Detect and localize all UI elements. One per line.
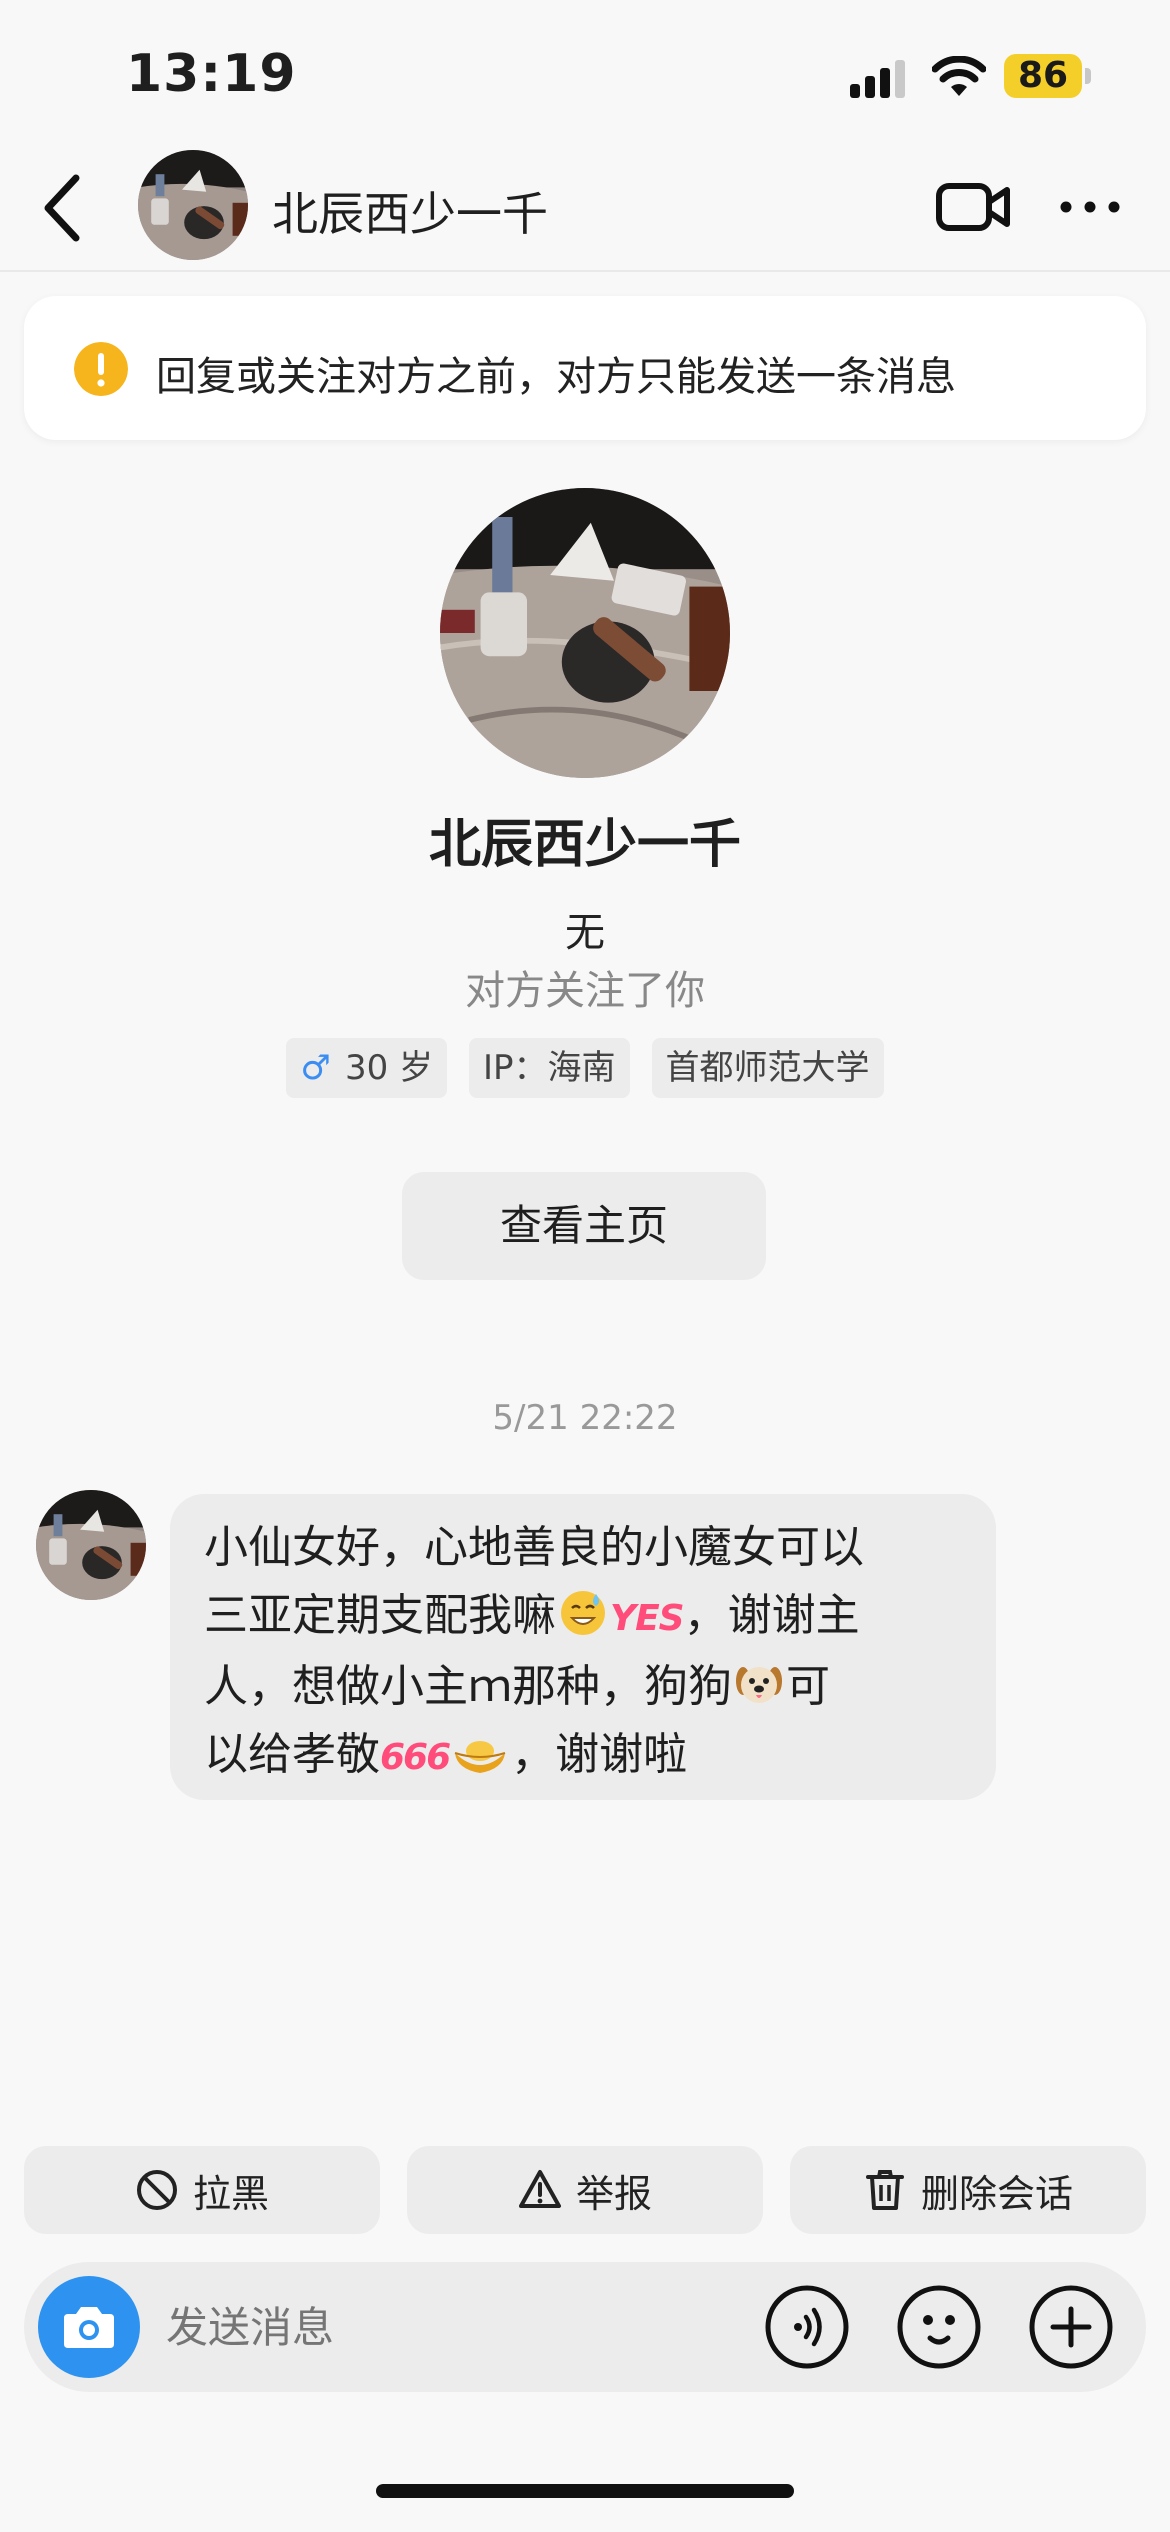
home-indicator[interactable] — [376, 2484, 794, 2498]
block-icon — [136, 2170, 177, 2210]
status-time: 13:19 — [126, 44, 297, 104]
profile-bio: 无 — [565, 910, 605, 956]
more-options-icon[interactable] — [1058, 192, 1122, 222]
add-attachment-icon[interactable] — [1028, 2284, 1114, 2370]
dog-face-emoji-icon — [736, 1667, 782, 1703]
header-divider — [0, 270, 1170, 272]
gold-ingot-emoji-icon — [454, 1741, 506, 1773]
grinning-sweat-emoji-icon — [561, 1591, 605, 1635]
profile-name: 北辰西少一千 — [428, 815, 741, 875]
voice-input-icon[interactable] — [764, 2284, 850, 2370]
block-button[interactable]: 拉黑 — [24, 2146, 380, 2234]
emoji-icon[interactable] — [896, 2284, 982, 2370]
profile-avatar[interactable] — [440, 488, 730, 778]
cellular-signal-icon — [850, 60, 905, 98]
male-icon: ♂ — [300, 1048, 331, 1088]
message-input[interactable] — [164, 2298, 728, 2356]
wifi-icon — [932, 56, 986, 96]
follow-status: 对方关注了你 — [465, 968, 705, 1014]
header-avatar[interactable] — [138, 150, 248, 260]
ip-tag: IP：海南 — [469, 1038, 630, 1098]
message-timestamp: 5/21 22:22 — [492, 1398, 678, 1438]
back-arrow-icon[interactable] — [34, 170, 94, 246]
camera-button[interactable] — [38, 2276, 140, 2378]
age-tag: ♂ 30 岁 — [286, 1038, 448, 1098]
notice-text: 回复或关注对方之前，对方只能发送一条消息 — [156, 354, 956, 400]
warning-icon — [74, 342, 128, 396]
profile-tags: ♂ 30 岁 IP：海南 首都师范大学 — [0, 1038, 1170, 1098]
sender-avatar[interactable] — [36, 1490, 146, 1600]
delete-conversation-button[interactable]: 删除会话 — [790, 2146, 1146, 2234]
report-button[interactable]: 举报 — [407, 2146, 763, 2234]
warning-triangle-icon — [518, 2170, 561, 2208]
video-call-icon[interactable] — [936, 180, 1010, 234]
battery-indicator: 86 — [1004, 54, 1082, 98]
yes-sticker: YES — [610, 1598, 685, 1639]
view-profile-button[interactable]: 查看主页 — [402, 1172, 766, 1280]
message-bubble[interactable]: 小仙女好，心地善良的小魔女可以 三亚定期支配我嘛 YES，谢谢主 人，想做小主ｍ… — [170, 1494, 996, 1800]
message-text: 小仙女好，心地善良的小魔女可以 三亚定期支配我嘛 YES，谢谢主 人，想做小主ｍ… — [204, 1522, 864, 1780]
camera-icon — [64, 2307, 114, 2348]
battery-cap — [1085, 68, 1091, 84]
666-sticker: 666 — [380, 1737, 451, 1778]
school-tag: 首都师范大学 — [651, 1038, 884, 1098]
header-username[interactable]: 北辰西少一千 — [272, 178, 548, 244]
trash-icon — [865, 2170, 904, 2210]
